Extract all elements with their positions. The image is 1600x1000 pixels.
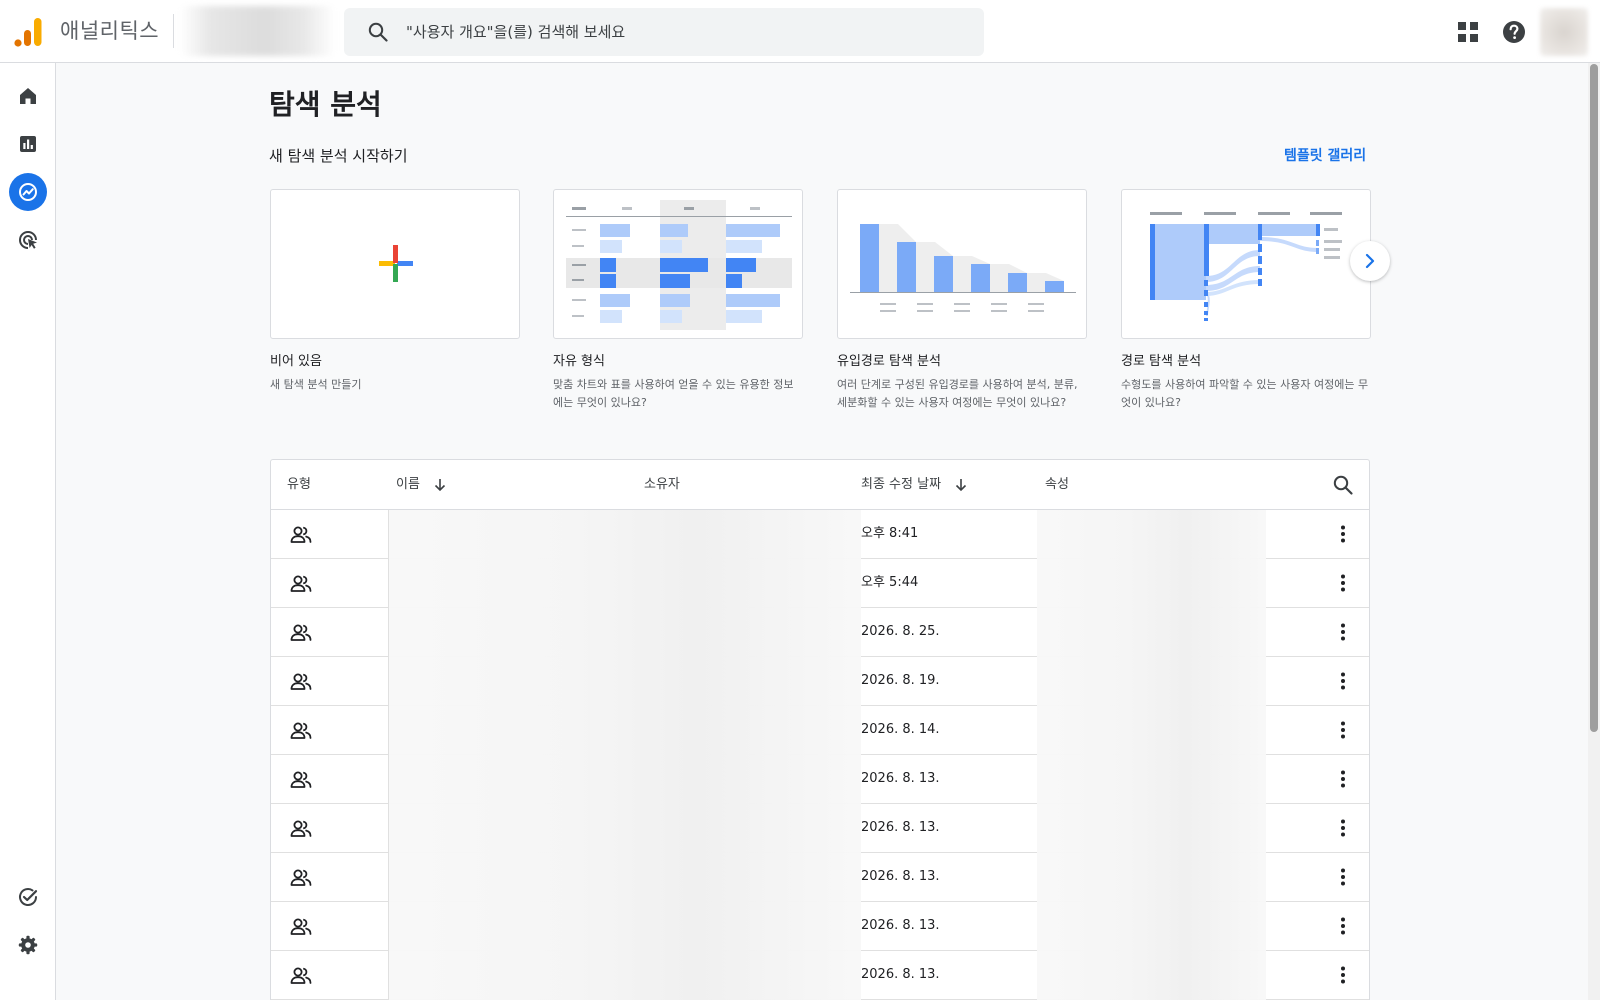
more-vert-icon[interactable]	[1331, 963, 1355, 987]
templates-next-button[interactable]	[1350, 241, 1390, 281]
user-avatar[interactable]	[1540, 8, 1588, 56]
more-vert-icon[interactable]	[1331, 816, 1355, 840]
analytics-logo-icon[interactable]	[14, 17, 42, 47]
template-card-blank[interactable]	[270, 189, 520, 339]
modified-date: 2026. 8. 13.	[861, 771, 940, 786]
modified-date: 2026. 8. 14.	[861, 722, 940, 737]
more-vert-icon[interactable]	[1331, 718, 1355, 742]
column-divider	[388, 510, 389, 1000]
chevron-right-icon	[1365, 253, 1375, 269]
column-header-name[interactable]: 이름	[396, 460, 448, 510]
table-search-icon[interactable]	[1331, 473, 1355, 497]
modified-date: 오후 8:41	[861, 526, 919, 541]
nav-reports[interactable]	[9, 125, 47, 163]
modified-date: 2026. 8. 19.	[861, 673, 940, 688]
scrollbar-thumb[interactable]	[1590, 64, 1598, 732]
shared-users-icon	[290, 624, 312, 641]
section-title: 새 탐색 분석 시작하기	[269, 147, 408, 165]
column-header-label: 최종 수정 날짜	[861, 477, 942, 492]
column-header-label: 속성	[1045, 477, 1069, 492]
header-divider	[173, 14, 174, 48]
more-vert-icon[interactable]	[1331, 522, 1355, 546]
template-title: 경로 탐색 분석	[1121, 354, 1202, 369]
more-vert-icon[interactable]	[1331, 620, 1355, 644]
sort-arrow-down-icon	[955, 479, 967, 492]
explore-icon	[19, 183, 37, 201]
template-title: 자유 형식	[553, 354, 605, 369]
template-card-free-form[interactable]	[553, 189, 803, 339]
nav-admin-check[interactable]	[9, 878, 47, 916]
search-bar[interactable]	[344, 8, 984, 56]
redacted-name-owner-column	[389, 510, 861, 1000]
path-tree-thumbnail	[1150, 212, 1342, 321]
help-icon[interactable]	[1501, 19, 1527, 45]
shared-users-icon	[290, 771, 312, 788]
nav-explore[interactable]	[9, 173, 47, 211]
shared-users-icon	[290, 526, 312, 543]
column-header-label: 이름	[396, 477, 420, 492]
template-description: 새 탐색 분석 만들기	[270, 378, 362, 391]
template-gallery-link[interactable]: 템플릿 갤러리	[1284, 146, 1366, 166]
more-vert-icon[interactable]	[1331, 669, 1355, 693]
settings-gear-icon	[18, 935, 38, 955]
column-header-label: 유형	[287, 477, 311, 492]
apps-grid-icon[interactable]	[1455, 19, 1481, 45]
template-title: 유입경로 탐색 분석	[837, 354, 941, 369]
search-icon	[368, 22, 388, 42]
explorations-table: 유형 이름 소유자 최종 수정 날짜 속성 오후 8:41 오후 5:44 2026…	[270, 459, 1370, 1000]
account-selector[interactable]	[180, 6, 335, 56]
shared-users-icon	[290, 820, 312, 837]
page-title: 탐색 분석	[269, 88, 382, 121]
template-card-funnel[interactable]	[837, 189, 1087, 339]
modified-date: 2026. 8. 13.	[861, 918, 940, 933]
more-vert-icon[interactable]	[1331, 767, 1355, 791]
advertising-icon	[19, 231, 37, 249]
modified-date: 2026. 8. 13.	[861, 869, 940, 884]
colorful-plus-icon	[379, 245, 413, 282]
template-description: 맞춤 차트와 표를 사용하여 얻을 수 있는 유용한 정보에는 무엇이 있나요?	[553, 378, 794, 409]
nav-settings[interactable]	[9, 926, 47, 964]
more-vert-icon[interactable]	[1331, 914, 1355, 938]
column-header-label: 소유자	[644, 477, 680, 492]
template-description: 수형도를 사용하여 파악할 수 있는 사용자 여정에는 무엇이 있나요?	[1121, 378, 1369, 409]
nav-advertising[interactable]	[9, 221, 47, 259]
reports-icon	[20, 136, 36, 152]
left-navigation	[0, 63, 56, 1000]
shared-users-icon	[290, 967, 312, 984]
shared-users-icon	[290, 673, 312, 690]
app-name: 애널리틱스	[60, 19, 160, 43]
home-icon	[20, 88, 36, 104]
shared-users-icon	[290, 869, 312, 886]
redacted-property-column	[1037, 510, 1266, 1000]
modified-date: 2026. 8. 13.	[861, 820, 940, 835]
table-header: 유형 이름 소유자 최종 수정 날짜 속성	[271, 460, 1369, 510]
column-header-property[interactable]: 속성	[1045, 460, 1069, 510]
top-app-bar: 애널리틱스	[0, 0, 1600, 63]
template-card-path[interactable]	[1121, 189, 1371, 339]
shared-users-icon	[290, 722, 312, 739]
search-input[interactable]	[406, 8, 966, 56]
template-description: 여러 단계로 구성된 유입경로를 사용하여 분석, 분류, 세분화할 수 있는 …	[837, 378, 1078, 409]
modified-date: 2026. 8. 13.	[861, 967, 940, 982]
modified-date: 2026. 8. 25.	[861, 624, 940, 639]
admin-check-icon	[19, 888, 38, 906]
funnel-chart-thumbnail	[850, 224, 1076, 312]
column-header-type[interactable]: 유형	[287, 460, 311, 510]
template-title: 비어 있음	[270, 354, 322, 369]
modified-date: 오후 5:44	[861, 575, 919, 590]
shared-users-icon	[290, 575, 312, 592]
column-header-owner[interactable]: 소유자	[644, 460, 680, 510]
column-header-modified[interactable]: 최종 수정 날짜	[861, 460, 969, 510]
more-vert-icon[interactable]	[1331, 865, 1355, 889]
shared-users-icon	[290, 918, 312, 935]
free-form-table-thumbnail	[566, 200, 792, 330]
more-vert-icon[interactable]	[1331, 571, 1355, 595]
nav-home[interactable]	[9, 77, 47, 115]
sort-arrow-down-icon	[434, 479, 445, 492]
